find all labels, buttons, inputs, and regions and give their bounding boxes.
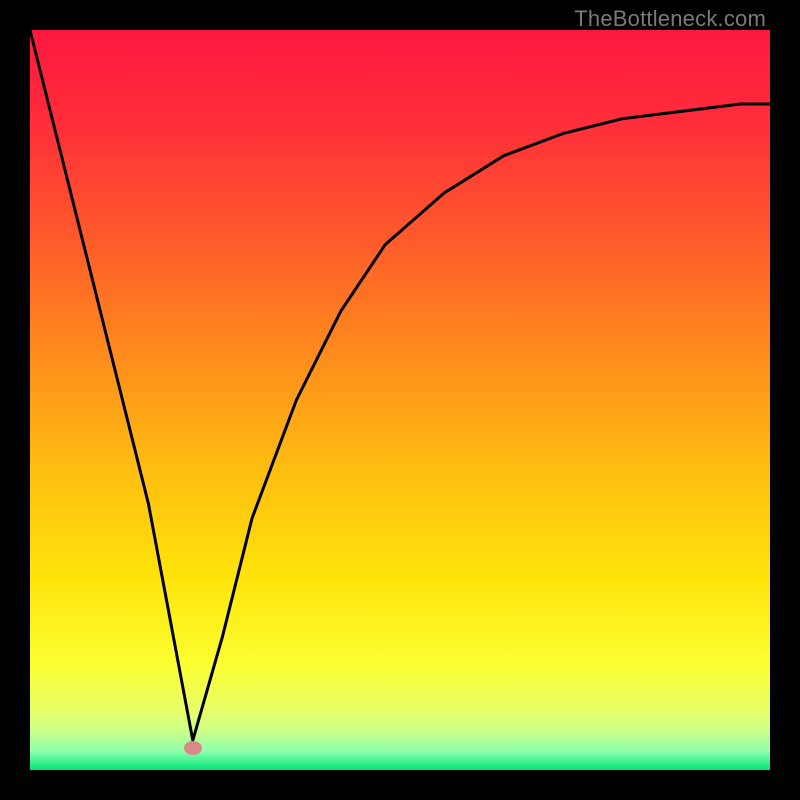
watermark-text: TheBottleneck.com: [574, 6, 766, 32]
plot-area: [30, 30, 770, 770]
curve-layer: [30, 30, 770, 770]
chart-outer-frame: TheBottleneck.com: [0, 0, 800, 800]
bottleneck-curve: [30, 30, 770, 740]
minimum-marker: [184, 741, 202, 755]
